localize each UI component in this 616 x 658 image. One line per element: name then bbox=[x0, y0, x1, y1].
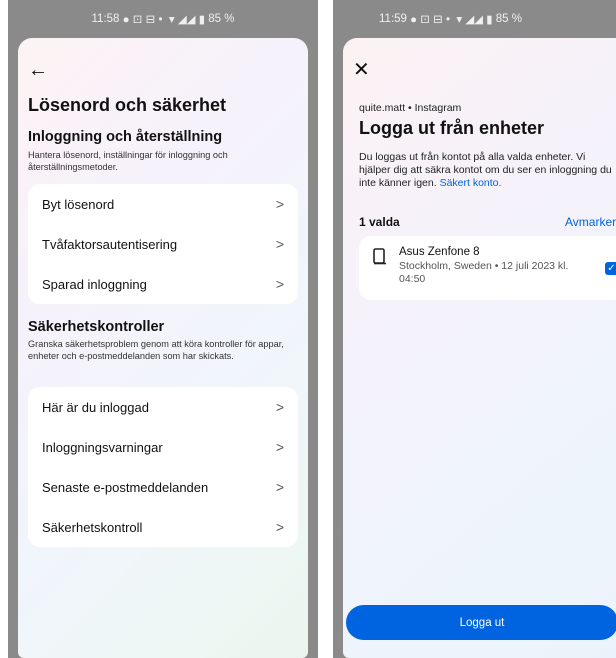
secure-account-link[interactable]: Säkert konto. bbox=[440, 177, 502, 189]
phone-device-icon bbox=[373, 248, 386, 265]
security-checks-card: Här är du inloggad > Inloggningsvarninga… bbox=[28, 387, 298, 547]
login-section-description: Hantera lösenord, inställningar för inlo… bbox=[28, 150, 228, 172]
menu-item-label: Sparad inloggning bbox=[42, 276, 147, 292]
password-security-screen: ← Lösenord och säkerhet Inloggning och å… bbox=[18, 38, 308, 658]
login-options-card: Byt lösenord > Tvåfaktorsautentisering >… bbox=[28, 184, 298, 304]
device-name: Asus Zenfone 8 bbox=[399, 246, 480, 258]
chevron-right-icon: > bbox=[275, 479, 284, 495]
device-checkbox[interactable]: ✓ bbox=[605, 262, 616, 275]
close-icon[interactable]: ✕ bbox=[353, 60, 373, 80]
checks-section-description: Granska säkerhetsproblem genom att köra … bbox=[28, 339, 284, 361]
chevron-right-icon: > bbox=[275, 399, 284, 415]
status-bar: 11:58 ● ⊡ ⊟ • ▾ ◢◢ ▮ 85 % bbox=[8, 0, 318, 38]
chevron-right-icon: > bbox=[275, 439, 284, 455]
menu-item-security-check[interactable]: Säkerhetskontroll > bbox=[28, 507, 298, 547]
menu-item-login-alerts[interactable]: Inloggningsvarningar > bbox=[28, 427, 298, 467]
checks-section-heading: Säkerhetskontroller bbox=[28, 319, 165, 335]
menu-item-saved-login[interactable]: Sparad inloggning > bbox=[28, 264, 298, 304]
logout-devices-screen: ✕ quite.matt • Instagram Logga ut från e… bbox=[343, 38, 616, 658]
menu-item-label: Inloggningsvarningar bbox=[42, 439, 163, 455]
chevron-right-icon: > bbox=[275, 519, 284, 535]
deselect-button[interactable]: Avmarkera bbox=[565, 215, 616, 229]
menu-item-label: Senaste e-postmeddelanden bbox=[42, 479, 209, 495]
device-item[interactable]: Asus Zenfone 8 Stockholm, Sweden • 12 ju… bbox=[359, 236, 616, 300]
menu-item-label: Säkerhetskontroll bbox=[42, 519, 143, 535]
device-location-time: Stockholm, Sweden • 12 juli 2023 kl. 04:… bbox=[399, 260, 569, 285]
page-title: Logga ut från enheter bbox=[359, 118, 545, 138]
chevron-right-icon: > bbox=[275, 276, 284, 292]
status-time: 11:58 bbox=[91, 13, 120, 25]
status-indicators: ● ⊡ ⊟ • bbox=[122, 14, 163, 26]
battery-level: 85 % bbox=[495, 13, 522, 25]
menu-item-label: Här är du inloggad bbox=[42, 399, 149, 415]
selected-count: 1 valda bbox=[359, 215, 400, 229]
menu-item-two-factor[interactable]: Tvåfaktorsautentisering > bbox=[28, 224, 298, 264]
phone-left: 11:58 ● ⊡ ⊟ • ▾ ◢◢ ▮ 85 % ← Lösenord och… bbox=[8, 0, 318, 658]
menu-item-change-password[interactable]: Byt lösenord > bbox=[28, 184, 298, 224]
status-icons: ▾ ◢◢ ▮ bbox=[168, 14, 206, 26]
chevron-right-icon: > bbox=[275, 236, 284, 252]
menu-item-label: Tvåfaktorsautentisering bbox=[42, 236, 178, 252]
status-icons: ▾ ◢◢ ▮ bbox=[456, 14, 493, 26]
account-line: quite.matt • Instagram bbox=[359, 102, 462, 114]
phone-right: 11:59 ● ⊡ ⊟ • ▾ ◢◢ ▮ 85 % ✕ quite.matt •… bbox=[333, 0, 616, 658]
status-time: 11:59 bbox=[379, 13, 407, 25]
status-bar: 11:59 ● ⊡ ⊟ • ▾ ◢◢ ▮ 85 % bbox=[333, 0, 616, 38]
menu-item-where-logged-in[interactable]: Här är du inloggad > bbox=[28, 387, 298, 427]
back-arrow-icon[interactable]: ← bbox=[28, 60, 48, 80]
status-indicators: ● ⊡ ⊟ • bbox=[410, 14, 450, 26]
chevron-right-icon: > bbox=[275, 196, 284, 212]
menu-item-label: Byt lösenord bbox=[42, 196, 115, 212]
logout-button[interactable]: Logga ut bbox=[346, 605, 616, 640]
login-section-heading: Inloggning och återställning bbox=[28, 129, 223, 145]
battery-level: 85 % bbox=[208, 13, 235, 25]
menu-item-recent-emails[interactable]: Senaste e-postmeddelanden > bbox=[28, 467, 298, 507]
logout-description: Du loggas ut från kontot på alla valda e… bbox=[359, 151, 616, 190]
page-title: Lösenord och säkerhet bbox=[28, 95, 227, 115]
